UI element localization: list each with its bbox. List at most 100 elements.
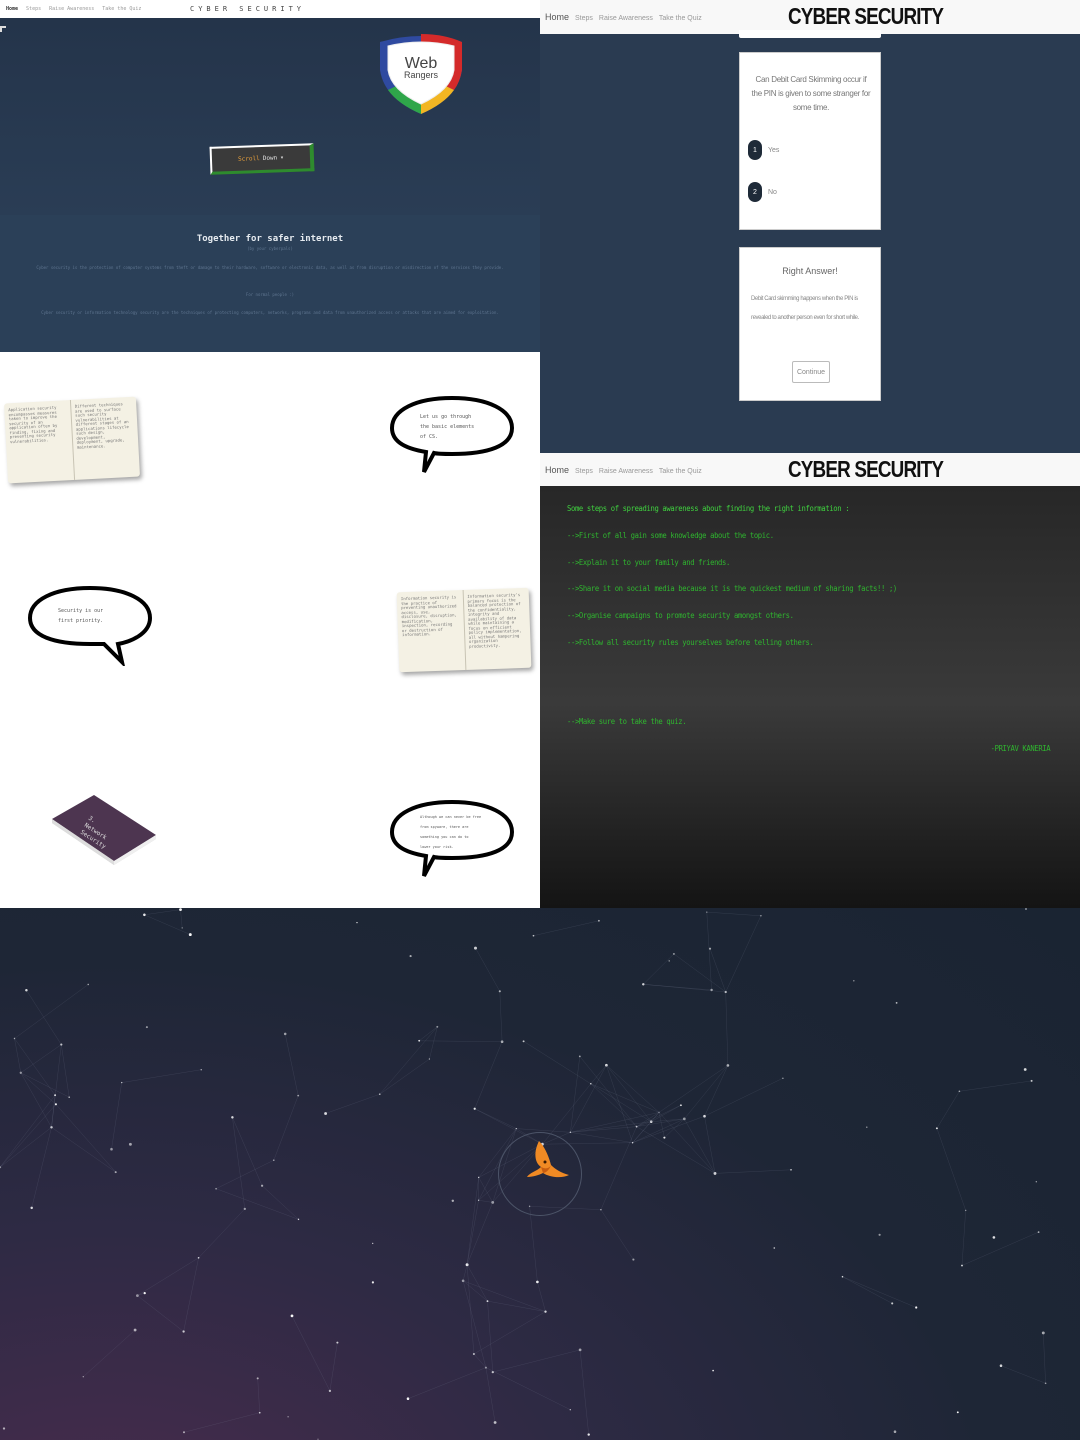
constellation-line [0,1104,57,1168]
constellation-line [704,1116,716,1174]
open-book-information-security: Information security is the practice of … [396,587,532,673]
previous-card-edge [739,30,881,38]
constellation-line [180,909,183,928]
constellation-line [684,1118,716,1174]
star [2,1427,6,1430]
constellation-line [600,1209,634,1260]
option-no[interactable]: 2 No [748,182,777,202]
constellation-line [643,953,675,985]
constellation-line [704,1078,783,1117]
speech-bubble-3: Although we can never be free from spywa… [388,796,516,880]
awareness-step-3: -->Share it on social media because it i… [567,584,897,593]
constellation-line [261,1185,299,1220]
nav-take-quiz[interactable]: Take the Quiz [659,468,702,475]
constellation-line [379,1026,438,1095]
star [956,1411,959,1414]
bubble3-line3: something you can do to [420,835,469,839]
constellation-line [725,915,762,993]
constellation-line [704,1065,729,1117]
constellation-line [529,1206,538,1282]
bubble1-line1: Let us go through [420,414,472,420]
constellation-line [466,1200,479,1265]
nav-home[interactable]: Home [545,465,569,475]
constellation-line [466,1264,488,1302]
about-title: Together for safer internet [196,234,344,244]
scroll-label: Scroll [237,155,260,163]
constellation-line [329,1342,338,1391]
nav-steps[interactable]: Steps [26,6,41,12]
star [992,1236,996,1239]
awareness-nav: Home Steps Raise Awareness Take the Quiz… [540,453,1080,486]
star [324,1112,328,1115]
web-rangers-logo: Web Rangers [380,34,462,114]
constellation-line [590,1083,637,1127]
open-book-application-security: Application security encompasses measure… [3,396,141,484]
speech-bubble-2: Security is our first priority. [26,582,154,669]
constellation-line [714,1169,792,1174]
brand-title: CYBER SECURITY [788,3,944,29]
bubble2-line2: first priority. [58,618,104,624]
constellation-line [961,1210,966,1266]
question-card: Can Debit Card Skimming occur if the PIN… [739,52,881,230]
logo-text-rangers: Rangers [404,70,439,80]
continue-button[interactable]: Continue [792,361,830,383]
awareness-page-panel: Home Steps Raise Awareness Take the Quiz… [540,453,1080,908]
constellation-line [570,1126,637,1133]
constellation-line [216,1160,274,1189]
constellation-line [257,1378,260,1413]
constellation-line [20,1072,52,1128]
nav-raise-awareness[interactable]: Raise Awareness [599,15,653,22]
star [474,946,477,950]
constellation-line [55,1104,116,1173]
star [1037,1231,1040,1233]
nav-home[interactable]: Home [6,6,18,12]
nav-take-quiz[interactable]: Take the Quiz [659,15,702,22]
constellation-line [83,1329,136,1377]
nav-steps[interactable]: Steps [575,468,593,475]
scroll-down-button[interactable]: Scroll Down ▾ [209,143,315,175]
constellation-line [1043,1332,1046,1384]
star [287,1416,289,1418]
fox-logo-icon [527,1141,569,1178]
star [372,1242,374,1245]
star [451,1199,454,1202]
constellation-line [936,1091,960,1129]
star [128,1142,132,1146]
about-paragraph-2: Cyber security or information technology… [41,310,499,315]
nav-home[interactable]: Home [545,12,569,22]
constellation-line [684,1065,729,1120]
awareness-step-2: -->Explain it to your family and friends… [567,558,730,567]
constellation-line [51,1127,116,1173]
constellation-line [936,1128,966,1211]
loader-panel [0,908,1080,1440]
constellation-line [183,1412,260,1433]
star [773,1247,776,1249]
constellation-line [183,1257,199,1332]
loader-ring [498,1132,582,1216]
constellation-line [632,1112,660,1143]
star [680,1104,682,1107]
constellation-line [842,1276,893,1304]
option-yes[interactable]: 1 Yes [748,140,779,160]
star [356,921,358,924]
star [30,1206,33,1210]
constellation-line [419,1040,503,1042]
constellation-line [478,1200,493,1203]
nav-raise-awareness[interactable]: Raise Awareness [49,6,94,12]
nav-take-quiz[interactable]: Take the Quiz [102,6,141,12]
book-page-right: Information security's primary focus is … [462,587,532,670]
constellation-line [658,1112,716,1174]
constellation-line [1000,1365,1046,1384]
about-tagline: For normal people :) [245,292,295,297]
constellation-line [121,1069,202,1083]
nav-steps[interactable]: Steps [575,15,593,22]
constellation-line [523,1041,591,1084]
constellation-line [137,1295,184,1332]
nav-raise-awareness[interactable]: Raise Awareness [599,468,653,475]
quiz-nav: Home Steps Raise Awareness Take the Quiz… [540,0,1080,34]
constellation-line [537,1281,546,1312]
book-page-left: Application security encompasses measure… [8,404,58,444]
constellation-line [61,1044,70,1098]
bubble3-line1: Although we can never be free [420,815,482,819]
star [893,1430,897,1433]
